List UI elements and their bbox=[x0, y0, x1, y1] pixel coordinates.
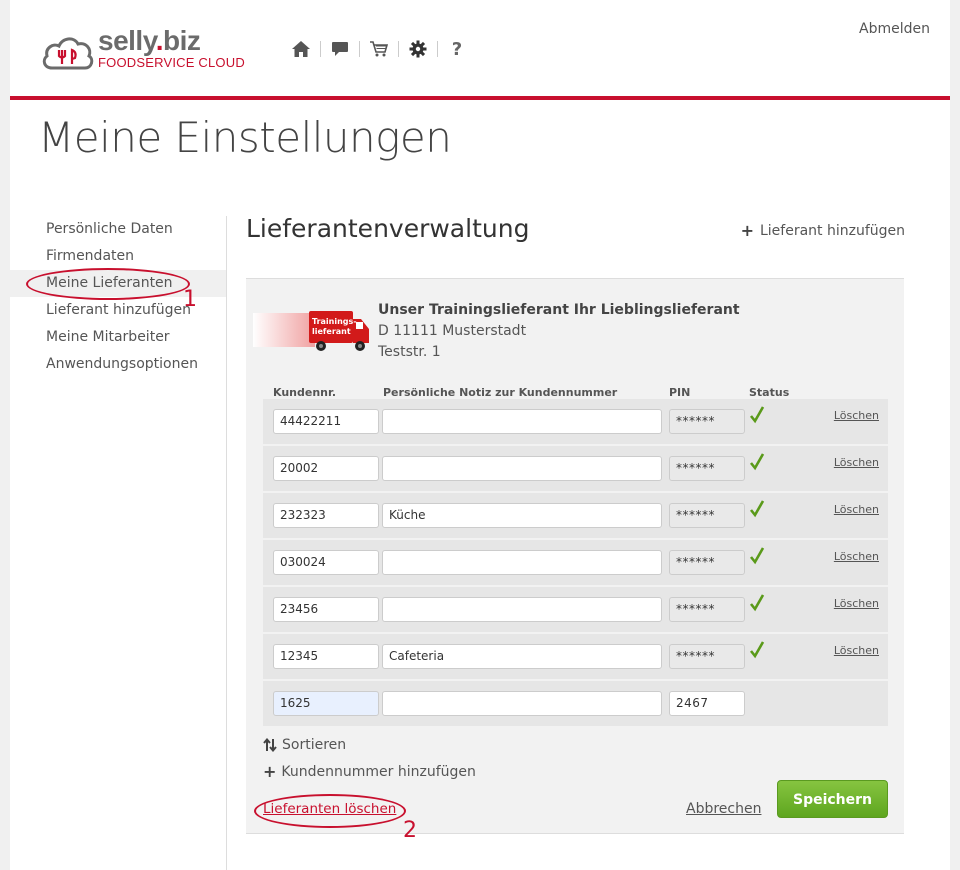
plus-icon: + bbox=[263, 762, 277, 781]
logo-subtitle: FOODSERVICE CLOUD bbox=[98, 55, 245, 70]
chat-icon[interactable] bbox=[327, 38, 353, 60]
supplier-city: D 11111 Musterstadt bbox=[378, 323, 527, 339]
supplier-name: Unser Trainingslieferant Ihr Lieblingsli… bbox=[378, 302, 740, 318]
delete-row-link[interactable]: Löschen bbox=[834, 597, 879, 610]
pin-field: ****** bbox=[669, 550, 745, 575]
sidebar-item-app-options[interactable]: Anwendungsoptionen bbox=[10, 351, 226, 378]
pin-field: ****** bbox=[669, 409, 745, 434]
sort-icon bbox=[263, 738, 277, 752]
help-icon[interactable]: ? bbox=[444, 38, 470, 60]
note-input[interactable] bbox=[382, 597, 662, 622]
status-check-icon bbox=[749, 547, 765, 565]
table-row: 232323 Küche ****** Löschen bbox=[263, 493, 888, 538]
annotation-marker-2: 2 bbox=[403, 818, 417, 843]
annotation-ellipse-1 bbox=[26, 268, 190, 300]
column-header-status: Status bbox=[749, 386, 790, 399]
note-input[interactable]: Küche bbox=[382, 503, 662, 528]
sort-button[interactable]: Sortieren bbox=[263, 737, 346, 753]
table-row: 44422211 ****** Löschen bbox=[263, 399, 888, 444]
sidebar-item-personal-data[interactable]: Persönliche Daten bbox=[10, 216, 226, 243]
note-input[interactable] bbox=[382, 409, 662, 434]
truck-icon: Trainings- lieferant bbox=[253, 311, 369, 351]
nav-divider bbox=[320, 41, 321, 57]
note-input[interactable] bbox=[382, 456, 662, 481]
column-header-customer-no: Kundennr. bbox=[273, 386, 337, 399]
delete-row-link[interactable]: Löschen bbox=[834, 644, 879, 657]
svg-text:Trainings-: Trainings- bbox=[312, 317, 357, 326]
page: selly.biz FOODSERVICE CLOUD ? Abmelden M… bbox=[10, 0, 950, 870]
header: selly.biz FOODSERVICE CLOUD ? Abmelden bbox=[10, 0, 950, 96]
table-row: 20002 ****** Löschen bbox=[263, 446, 888, 491]
customer-no-input[interactable]: 44422211 bbox=[273, 409, 379, 434]
nav-divider bbox=[437, 41, 438, 57]
customer-no-input[interactable]: 1625 bbox=[273, 691, 379, 716]
svg-text:lieferant: lieferant bbox=[312, 327, 351, 336]
plus-icon: + bbox=[740, 221, 754, 240]
pin-field: ****** bbox=[669, 456, 745, 481]
home-icon[interactable] bbox=[288, 38, 314, 60]
add-customer-no-button[interactable]: + Kundennummer hinzufügen bbox=[263, 762, 476, 781]
delete-row-link[interactable]: Löschen bbox=[834, 503, 879, 516]
customer-no-input[interactable]: 030024 bbox=[273, 550, 379, 575]
logo-name: selly.biz bbox=[98, 25, 201, 56]
status-check-icon bbox=[749, 594, 765, 612]
table-row: 23456 ****** Löschen bbox=[263, 587, 888, 632]
pin-field: ****** bbox=[669, 644, 745, 669]
add-customer-no-label: Kundennummer hinzufügen bbox=[281, 763, 476, 780]
logo[interactable]: selly.biz FOODSERVICE CLOUD bbox=[40, 26, 245, 76]
pin-field: ****** bbox=[669, 503, 745, 528]
note-input[interactable] bbox=[382, 550, 662, 575]
save-button[interactable]: Speichern bbox=[777, 780, 888, 818]
sidebar-item-company-data[interactable]: Firmendaten bbox=[10, 243, 226, 270]
annotation-ellipse-2 bbox=[254, 794, 406, 828]
section-title: Lieferantenverwaltung bbox=[246, 214, 530, 243]
customer-no-input[interactable]: 23456 bbox=[273, 597, 379, 622]
delete-row-link[interactable]: Löschen bbox=[834, 550, 879, 563]
delete-row-link[interactable]: Löschen bbox=[834, 409, 879, 422]
top-nav: ? bbox=[288, 38, 470, 60]
sidebar-item-my-employees[interactable]: Meine Mitarbeiter bbox=[10, 324, 226, 351]
add-supplier-button[interactable]: + Lieferant hinzufügen bbox=[741, 221, 905, 240]
nav-divider bbox=[359, 41, 360, 57]
note-input[interactable] bbox=[382, 691, 662, 716]
status-check-icon bbox=[749, 500, 765, 518]
customer-number-list: 44422211 ****** Löschen 20002 ****** Lös… bbox=[263, 399, 888, 728]
supplier-street: Teststr. 1 bbox=[378, 344, 441, 360]
table-row-new: 1625 2467 bbox=[263, 681, 888, 726]
status-check-icon bbox=[749, 641, 765, 659]
pin-input[interactable]: 2467 bbox=[669, 691, 745, 716]
table-row: 030024 ****** Löschen bbox=[263, 540, 888, 585]
pin-field: ****** bbox=[669, 597, 745, 622]
column-header-note: Persönliche Notiz zur Kundennummer bbox=[383, 386, 618, 399]
add-supplier-label: Lieferant hinzufügen bbox=[759, 222, 905, 239]
supplier-panel: Trainings- lieferant Unser Trainingslief… bbox=[246, 278, 904, 834]
annotation-marker-1: 1 bbox=[183, 287, 197, 312]
column-header-pin: PIN bbox=[669, 386, 691, 399]
status-check-icon bbox=[749, 453, 765, 471]
gear-icon[interactable] bbox=[405, 38, 431, 60]
sort-label: Sortieren bbox=[282, 737, 347, 753]
customer-no-input[interactable]: 232323 bbox=[273, 503, 379, 528]
customer-no-input[interactable]: 20002 bbox=[273, 456, 379, 481]
delete-row-link[interactable]: Löschen bbox=[834, 456, 879, 469]
status-check-icon bbox=[749, 406, 765, 424]
customer-no-input[interactable]: 12345 bbox=[273, 644, 379, 669]
note-input[interactable]: Cafeteria bbox=[382, 644, 662, 669]
header-accent-line bbox=[10, 96, 950, 100]
cart-icon[interactable] bbox=[366, 38, 392, 60]
cancel-link[interactable]: Abbrechen bbox=[686, 801, 761, 817]
supplier-logo: Trainings- lieferant bbox=[253, 309, 371, 353]
table-row: 12345 Cafeteria ****** Löschen bbox=[263, 634, 888, 679]
page-title: Meine Einstellungen bbox=[38, 113, 452, 162]
content-divider bbox=[226, 216, 227, 870]
cloud-logo-icon bbox=[42, 37, 94, 70]
logout-link[interactable]: Abmelden bbox=[859, 21, 930, 37]
nav-divider bbox=[398, 41, 399, 57]
